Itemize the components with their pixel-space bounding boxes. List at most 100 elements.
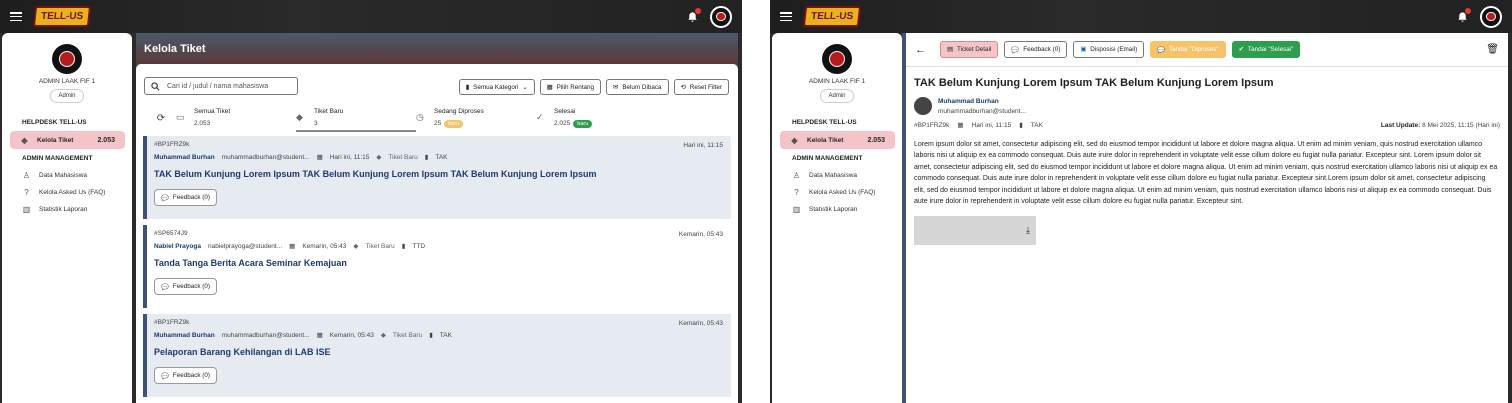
app-logo[interactable]: TELL-US xyxy=(32,6,92,27)
tab-selesai[interactable]: ✓ Selesai 2.025 baru xyxy=(536,104,656,132)
mark-done-button[interactable]: ✔ Tandai "Selesai" xyxy=(1231,41,1301,58)
tab-count: 25 xyxy=(434,120,442,127)
menu-icon[interactable] xyxy=(10,12,22,21)
date-range-button[interactable]: ▦ Pilih Rentang xyxy=(539,79,602,95)
category-filter-button[interactable]: ▮ Semua Kategori ⌄ xyxy=(458,79,535,95)
tab-count: 2.053 xyxy=(194,120,211,127)
user-avatar[interactable] xyxy=(1480,5,1502,28)
help-icon: ? xyxy=(24,188,29,197)
notification-bell-icon[interactable] xyxy=(1457,7,1471,23)
author-avatar xyxy=(914,97,932,115)
ticket-icon: ◆ xyxy=(380,332,386,339)
admin-name: ADMIN LAAK FIF 1 xyxy=(808,78,866,85)
ticket-title[interactable]: Tanda Tanga Berita Acara Seminar Kemajua… xyxy=(154,258,731,268)
top-bar: TELL-US xyxy=(0,0,742,33)
feedback-button[interactable]: 💬 Feedback (0) xyxy=(1004,41,1068,58)
trash-icon[interactable]: 🗑 xyxy=(1486,44,1499,55)
search-input[interactable]: Cari id / judul / nama mahasiswa xyxy=(144,77,298,95)
student-name: Muhammad Burhan xyxy=(154,331,215,339)
tab-label: Selesai xyxy=(554,108,576,115)
ticket-id: #BP1FRZ9k xyxy=(914,121,950,129)
reset-filter-button[interactable]: ⟲ Reset Filter xyxy=(673,79,729,95)
admin-role-badge: Admin xyxy=(50,89,84,103)
button-label: Feedback (0) xyxy=(1023,46,1061,53)
top-bar: TELL-US xyxy=(770,0,1512,33)
refresh-icon[interactable]: ⟳ xyxy=(146,104,176,132)
sidebar-item-label: Statistik Laporan xyxy=(809,206,858,213)
new-badge: baru xyxy=(444,120,464,128)
filter-label: Reset Filter xyxy=(689,83,722,91)
chevron-down-icon: ⌄ xyxy=(522,83,528,91)
sidebar-item-faq[interactable]: ? Kelola Asked Us (FAQ) xyxy=(2,184,132,201)
ticket-category: TAK xyxy=(1030,121,1043,129)
tab-tiket-baru[interactable]: ◆ Tiket Baru 3 xyxy=(296,104,416,132)
ticket-date: Kemarin, 05:43 xyxy=(329,331,374,339)
help-icon: ? xyxy=(794,188,799,197)
ticket-category: TAK xyxy=(435,153,448,161)
ticket-title: TAK Belum Kunjung Lorem Ipsum TAK Belum … xyxy=(914,77,1274,89)
sidebar-item-statistik[interactable]: ▥ Statistik Laporan xyxy=(2,201,132,218)
feedback-button[interactable]: 💬 Feedback (0) xyxy=(154,278,217,295)
tab-sedang-diproses[interactable]: ◷ Sedang Diproses 25 baru xyxy=(416,104,536,132)
bookmark-icon: ▮ xyxy=(465,83,470,91)
ticket-meta: #BP1FRZ9k ▦ Hari ini, 11:15 ▮ TAK Last Upd… xyxy=(914,121,1500,130)
ticket-date: Hari ini, 11:15 xyxy=(971,121,1012,129)
disposisi-email-button[interactable]: ▣ Disposisi (Email) xyxy=(1073,41,1145,58)
user-avatar[interactable] xyxy=(710,5,732,28)
student-email: nabielprayoga@student... xyxy=(207,242,283,250)
ticket-date: Hari ini, 11:15 xyxy=(329,153,370,161)
sidebar-item-kelola-tiket[interactable]: ◆ Kelola Tiket 2.053 xyxy=(780,131,895,149)
notification-bell-icon[interactable] xyxy=(687,7,701,23)
admin-name: ADMIN LAAK FIF 1 xyxy=(38,78,96,85)
ticket-status: Tiket Baru xyxy=(392,331,423,339)
button-label: Tandai "Selesai" xyxy=(1247,46,1294,53)
calendar-icon: ▦ xyxy=(289,243,296,250)
inbox-icon: ▭ xyxy=(176,112,185,122)
button-label: Ticket Detail xyxy=(956,46,992,53)
student-email: muhammadburhan@student... xyxy=(221,153,310,161)
ticket-card[interactable]: #SP6574J9 Kemarin, 05:43 Nabiel Prayoga … xyxy=(143,225,731,308)
ticket-card[interactable]: #BP1FRZ9k Hari ini, 11:15 Muhammad Burha… xyxy=(143,136,731,219)
admin-avatar xyxy=(52,44,82,74)
ticket-detail-screen: TELL-US ADMIN LAAK FIF 1 Admin HELPDESK … xyxy=(770,0,1512,403)
unread-filter-button[interactable]: ✉ Belum Dibaca xyxy=(606,79,669,95)
download-icon[interactable]: ⤓ xyxy=(1026,225,1030,236)
sidebar-item-label: Data Mahasiswa xyxy=(809,172,858,179)
feedback-button[interactable]: 💬 Feedback (0) xyxy=(154,367,217,384)
screen-divider xyxy=(742,0,770,403)
bookmark-icon: ▮ xyxy=(429,332,433,339)
outlook-icon: ▣ xyxy=(1080,46,1087,53)
tab-label: Tiket Baru xyxy=(314,108,344,115)
ticket-title[interactable]: TAK Belum Kunjung Lorem Ipsum TAK Belum … xyxy=(154,169,731,179)
sidebar-item-faq[interactable]: ? Kelola Asked Us (FAQ) xyxy=(772,184,902,201)
tab-semua-tiket[interactable]: ▭ Semua Tiket 2.053 xyxy=(176,104,296,132)
ticket-title[interactable]: Pelaporan Barang Kehilangan di LAB ISE xyxy=(154,347,731,357)
filter-label: Semua Kategori xyxy=(473,83,519,91)
chat-icon: 💬 xyxy=(1157,46,1166,54)
mark-processing-button[interactable]: 💬 Tandai "Diproses" xyxy=(1150,41,1226,58)
attachment[interactable]: ⤓ xyxy=(914,216,1036,246)
ticket-detail-button[interactable]: ▤ Ticket Detail xyxy=(940,41,999,58)
ticket-card[interactable]: #BP1FRZ9k Kemarin, 05:43 Muhammad Burhan… xyxy=(143,314,731,397)
ticket-category: TAK xyxy=(439,331,452,339)
ticket-time: Kemarin, 05:43 xyxy=(678,320,723,327)
admin-avatar xyxy=(822,44,852,74)
feedback-button[interactable]: 💬 Feedback (0) xyxy=(154,189,217,206)
button-label: Tandai "Diproses" xyxy=(1169,46,1219,53)
clock-icon: ◷ xyxy=(416,112,424,122)
ticket-icon: ◆ xyxy=(791,135,798,145)
sidebar-item-label: Statistik Laporan xyxy=(39,206,88,213)
chat-icon: 💬 xyxy=(161,194,169,202)
menu-icon[interactable] xyxy=(780,12,792,21)
sidebar-item-statistik[interactable]: ▥ Statistik Laporan xyxy=(772,201,902,218)
admin-role-badge: Admin xyxy=(820,89,854,103)
filter-label: Pilih Rentang xyxy=(556,83,595,91)
sidebar-item-kelola-tiket[interactable]: ◆ Kelola Tiket 2.053 xyxy=(10,131,125,149)
tab-label: Semua Tiket xyxy=(194,108,231,115)
student-name: Muhammad Burhan xyxy=(154,153,215,161)
sidebar-item-data-mahasiswa[interactable]: ♙ Data Mahasiswa xyxy=(2,167,132,184)
calendar-icon: ▦ xyxy=(316,332,323,339)
sidebar-item-data-mahasiswa[interactable]: ♙ Data Mahasiswa xyxy=(772,167,902,184)
app-logo[interactable]: TELL-US xyxy=(802,6,862,27)
back-arrow-icon[interactable]: ← xyxy=(915,44,926,56)
